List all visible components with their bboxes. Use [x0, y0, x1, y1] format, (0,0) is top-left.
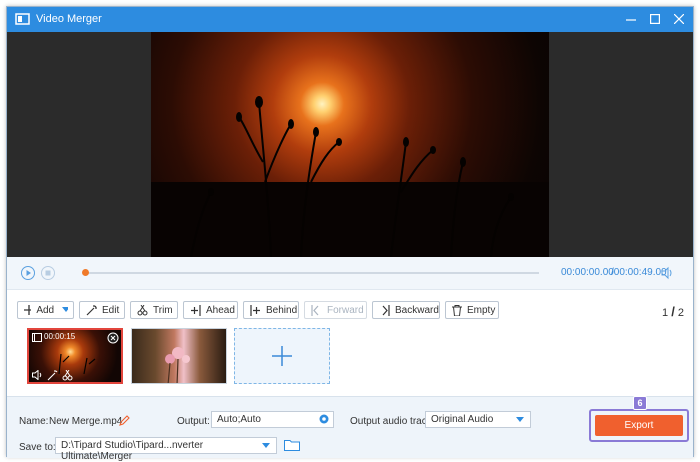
- volume-icon[interactable]: [660, 266, 674, 280]
- audio-track-select[interactable]: Original Audio: [425, 411, 531, 428]
- file-name: New Merge.mp4: [49, 416, 123, 427]
- clip-list: 00:00:15: [7, 326, 693, 396]
- plus-icon: [24, 305, 32, 315]
- timeline-slider[interactable]: [82, 269, 539, 276]
- chevron-right-icon: [382, 304, 390, 316]
- close-icon: [674, 14, 684, 24]
- trash-icon: [452, 304, 462, 316]
- clip-thumbnail[interactable]: [131, 328, 227, 384]
- plus-icon: [272, 346, 292, 366]
- total-time: /00:00:49.00: [611, 267, 667, 278]
- insert-ahead-icon: [191, 304, 201, 316]
- backward-label: Backward: [395, 304, 439, 316]
- video-preview: [7, 32, 693, 257]
- window-title: Video Merger: [36, 13, 102, 25]
- gear-icon[interactable]: [318, 413, 330, 425]
- output-format-value: Auto;Auto: [217, 414, 261, 425]
- forward-label: Forward: [327, 304, 364, 316]
- edit-button[interactable]: Edit: [79, 301, 125, 319]
- empty-label: Empty: [467, 304, 496, 316]
- chevron-down-icon: [516, 417, 524, 422]
- minimize-icon: [626, 19, 636, 21]
- silhouette-plants: [151, 96, 549, 257]
- chevron-down-icon[interactable]: [62, 307, 68, 313]
- clip-thumbnail[interactable]: 00:00:15: [27, 328, 123, 384]
- page-separator: /: [671, 304, 675, 319]
- ahead-label: Ahead: [206, 304, 235, 316]
- insert-behind-icon: [250, 304, 260, 316]
- pencil-icon[interactable]: [119, 415, 130, 426]
- magic-wand-icon[interactable]: [47, 370, 58, 381]
- minimize-button[interactable]: [623, 11, 639, 27]
- page-total: 2: [677, 307, 684, 319]
- timeline-knob[interactable]: [82, 269, 89, 276]
- name-label: Name:: [19, 416, 49, 427]
- audio-track-value: Original Audio: [431, 414, 494, 425]
- behind-label: Behind: [266, 304, 298, 316]
- remove-clip-icon[interactable]: [107, 332, 119, 344]
- empty-button[interactable]: Empty: [445, 301, 499, 319]
- title-bar: Video Merger: [7, 7, 693, 32]
- folder-icon[interactable]: [284, 439, 300, 451]
- play-icon: [26, 270, 31, 276]
- maximize-icon: [650, 14, 660, 24]
- close-button[interactable]: [671, 11, 687, 27]
- film-icon: [32, 333, 42, 342]
- output-settings: Name: New Merge.mp4 Output: Auto;Auto Ou…: [7, 396, 693, 462]
- maximize-button[interactable]: [647, 11, 663, 27]
- trim-button[interactable]: Trim: [130, 301, 178, 319]
- clip-toolbar: Add Edit Trim Ahead Behind Forward Backw…: [7, 290, 693, 326]
- stop-button[interactable]: [41, 266, 55, 280]
- forward-button[interactable]: Forward: [304, 301, 367, 319]
- play-button[interactable]: [21, 266, 35, 280]
- step-badge: 6: [633, 396, 647, 410]
- save-path-value: D:\Tipard Studio\Tipard...nverter Ultima…: [61, 440, 204, 462]
- add-label: Add: [36, 304, 55, 316]
- video-frame: [151, 32, 549, 257]
- output-label: Output:: [177, 416, 210, 427]
- trim-label: Trim: [153, 304, 173, 316]
- chevron-left-icon: [311, 304, 319, 316]
- playback-controls: 00:00:00.00 /00:00:49.00: [7, 257, 693, 290]
- flower-thumbnail: [165, 347, 190, 383]
- audio-track-label: Output audio track:: [350, 416, 435, 427]
- behind-button[interactable]: Behind: [243, 301, 299, 319]
- add-clip-button[interactable]: [234, 328, 330, 384]
- app-icon: [15, 13, 30, 25]
- current-time: 00:00:00.00: [561, 267, 614, 278]
- edit-label: Edit: [102, 304, 120, 316]
- page-indicator: 1 / 2: [662, 304, 684, 319]
- volume-icon[interactable]: [32, 370, 43, 380]
- stop-icon: [45, 270, 51, 276]
- export-button[interactable]: Export: [595, 415, 683, 436]
- clip-duration: 00:00:15: [44, 332, 76, 341]
- scissors-icon: [137, 304, 148, 315]
- scissors-icon[interactable]: [62, 370, 73, 381]
- chevron-down-icon: [262, 443, 270, 448]
- page-current: 1: [662, 307, 669, 319]
- output-format-field[interactable]: Auto;Auto: [211, 411, 334, 428]
- video-merger-window: Video Merger 00:00:00.00 /00:00:49.00 Ad…: [6, 6, 694, 462]
- save-to-label: Save to:: [19, 442, 56, 453]
- backward-button[interactable]: Backward: [372, 301, 440, 319]
- add-button[interactable]: Add: [17, 301, 74, 319]
- save-path-select[interactable]: D:\Tipard Studio\Tipard...nverter Ultima…: [55, 437, 277, 462]
- magic-wand-icon: [86, 304, 97, 315]
- ahead-button[interactable]: Ahead: [183, 301, 238, 319]
